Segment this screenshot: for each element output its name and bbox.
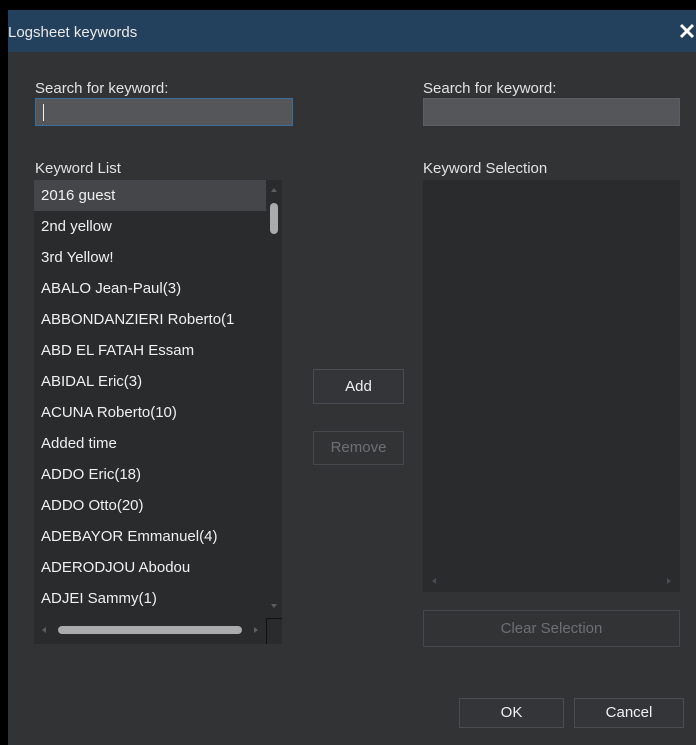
- remove-button[interactable]: Remove: [313, 431, 404, 465]
- vertical-scroll-thumb[interactable]: [270, 203, 278, 234]
- keyword-selection-label: Keyword Selection: [423, 160, 548, 177]
- horizontal-scroll-thumb[interactable]: [58, 626, 242, 634]
- scroll-left-arrow-icon[interactable]: [432, 578, 436, 584]
- list-item[interactable]: Added time: [34, 428, 266, 459]
- dialog-titlebar: Logsheet keywords: [8, 10, 696, 52]
- keyword-list[interactable]: 2016 guest 2nd yellow 3rd Yellow! ABALO …: [34, 180, 266, 616]
- keyword-selection-list[interactable]: [423, 180, 680, 570]
- right-search-label: Search for keyword:: [423, 80, 557, 97]
- list-item[interactable]: ABBONDANZIERI Roberto(1: [34, 304, 266, 335]
- list-item[interactable]: ADJEI Sammy(1): [34, 583, 266, 614]
- keyword-list-label: Keyword List: [35, 160, 121, 177]
- selection-horizontal-scrollbar[interactable]: [423, 570, 680, 592]
- list-item[interactable]: 2nd yellow: [34, 211, 266, 242]
- list-item[interactable]: ABIDAL Eric(3): [34, 366, 266, 397]
- list-item[interactable]: 2016 guest: [34, 180, 266, 211]
- add-button[interactable]: Add: [313, 369, 404, 404]
- scroll-left-arrow-icon[interactable]: [42, 627, 46, 633]
- list-item[interactable]: ADEBAYOR Emmanuel(4): [34, 521, 266, 552]
- list-item[interactable]: ABALO Jean-Paul(3): [34, 273, 266, 304]
- scroll-right-arrow-icon[interactable]: [667, 578, 671, 584]
- keyword-list-horizontal-scrollbar[interactable]: [34, 616, 266, 644]
- scroll-up-arrow-icon[interactable]: [271, 188, 277, 192]
- list-item[interactable]: ADDO Otto(20): [34, 490, 266, 521]
- selection-search-input[interactable]: [423, 98, 680, 126]
- text-caret: [43, 104, 44, 121]
- scroll-down-arrow-icon[interactable]: [271, 604, 277, 608]
- keyword-list-vertical-scrollbar[interactable]: [266, 180, 282, 616]
- close-icon[interactable]: [678, 22, 696, 40]
- list-item[interactable]: 3rd Yellow!: [34, 242, 266, 273]
- list-item[interactable]: ACUNA Roberto(10): [34, 397, 266, 428]
- left-search-label: Search for keyword:: [35, 80, 169, 97]
- corner-line: [266, 618, 282, 619]
- scroll-right-arrow-icon[interactable]: [254, 627, 258, 633]
- corner-line: [266, 618, 267, 644]
- list-item[interactable]: ADDO Eric(18): [34, 459, 266, 490]
- ok-button[interactable]: OK: [459, 698, 564, 728]
- logsheet-keywords-dialog: Logsheet keywords Search for keyword: Ke…: [8, 10, 696, 745]
- scrollbar-corner: [266, 616, 282, 644]
- dialog-title: Logsheet keywords: [8, 24, 138, 41]
- keyword-search-input[interactable]: [35, 98, 293, 126]
- cancel-button[interactable]: Cancel: [574, 698, 684, 728]
- clear-selection-button[interactable]: Clear Selection: [423, 610, 680, 647]
- list-item[interactable]: ADERODJOU Abodou: [34, 552, 266, 583]
- list-item[interactable]: ABD EL FATAH Essam: [34, 335, 266, 366]
